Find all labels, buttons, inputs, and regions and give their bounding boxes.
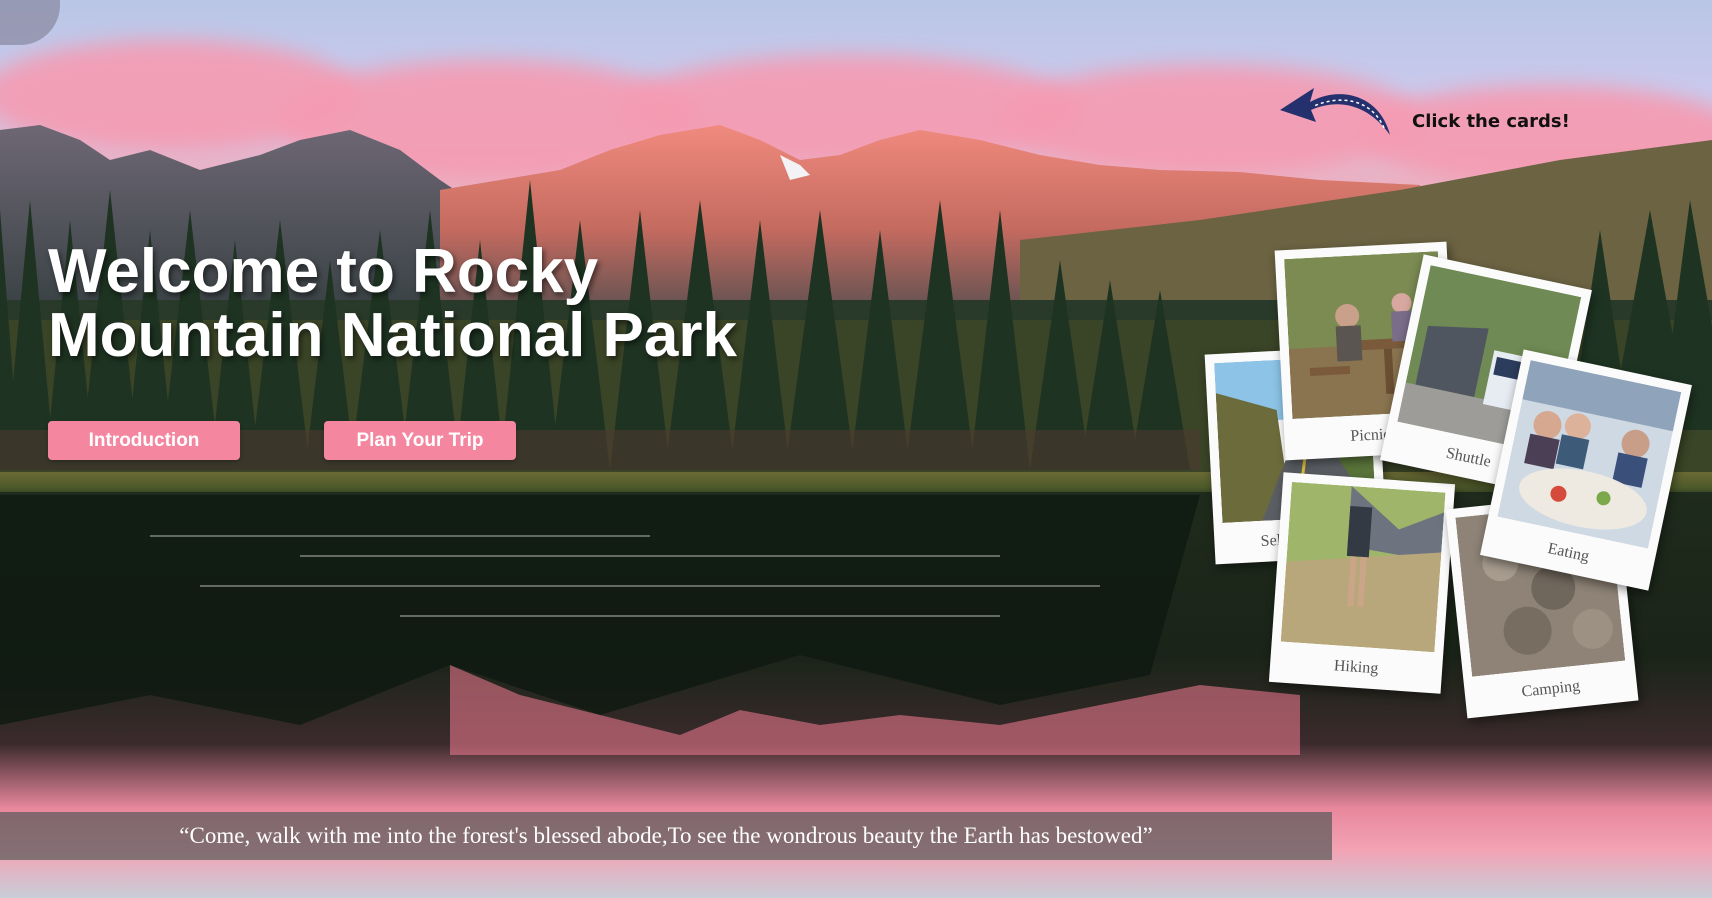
hiking-photo	[1280, 481, 1446, 653]
curved-arrow-icon	[1280, 88, 1390, 135]
eating-photo	[1497, 360, 1682, 549]
introduction-button[interactable]: Introduction	[48, 421, 240, 460]
card-label: Camping	[1520, 677, 1581, 701]
title-line-1: Welcome to Rocky	[48, 237, 599, 306]
plan-your-trip-button[interactable]: Plan Your Trip	[324, 421, 516, 460]
quote-text: “Come, walk with me into the forest's bl…	[179, 823, 1153, 848]
quote-banner: “Come, walk with me into the forest's bl…	[0, 812, 1332, 860]
card-label: Hiking	[1333, 657, 1379, 678]
page-title: Welcome to Rocky Mountain National Park	[48, 240, 808, 368]
card-hiking[interactable]: Hiking	[1268, 472, 1456, 694]
hint-text: Click the cards!	[1412, 111, 1570, 132]
title-line-2: Mountain National Park	[48, 301, 737, 370]
